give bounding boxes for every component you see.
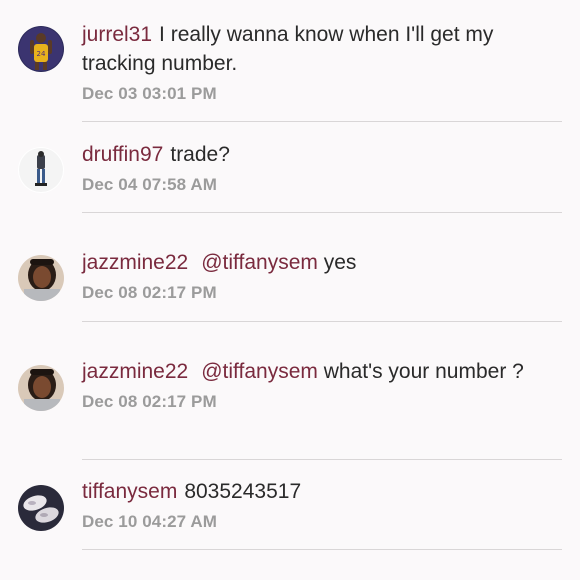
user-avatar[interactable] (18, 365, 64, 411)
comment-body: what's your number ? (323, 360, 524, 383)
comment-username[interactable]: jurrel31 (82, 23, 152, 46)
selfie-icon (18, 255, 64, 301)
comment-text: tiffanysem 8035243517 (82, 477, 564, 506)
comment-text: jazzmine22 @tiffanysem what's your number… (82, 357, 564, 386)
comment-divider (82, 321, 562, 322)
comment-divider (82, 459, 562, 460)
user-avatar[interactable] (18, 255, 64, 301)
selfie-icon (18, 365, 64, 411)
comment-username[interactable]: druffin97 (82, 143, 163, 166)
comment-mention[interactable]: @tiffanysem (201, 360, 318, 383)
comment-username[interactable]: tiffanysem (82, 480, 177, 503)
comment-timestamp: Dec 04 07:58 AM (82, 175, 218, 194)
standing-person-icon (18, 147, 64, 193)
user-avatar[interactable] (18, 485, 64, 531)
comment-body: yes (323, 251, 357, 274)
comment-username[interactable]: jazzmine22 (82, 360, 188, 383)
comment-body: 8035243517 (184, 480, 302, 503)
svg-text:24: 24 (37, 50, 46, 58)
comment-divider (82, 212, 562, 213)
comment-divider (82, 121, 562, 122)
comment-mention[interactable]: @tiffanysem (201, 251, 318, 274)
comment-text: jurrel31 I really wanna know when I'll ge… (82, 20, 564, 78)
shoes-icon (18, 485, 64, 531)
user-avatar[interactable]: 24 (18, 26, 64, 72)
user-avatar[interactable] (18, 147, 64, 193)
comment-body: trade? (170, 143, 230, 166)
comment-text: druffin97 trade? (82, 140, 564, 169)
comment-text: jazzmine22 @tiffanysem yes (82, 248, 564, 277)
comment-timestamp: Dec 03 03:01 PM (82, 84, 217, 103)
comment-timestamp: Dec 08 02:17 PM (82, 283, 217, 302)
comment-timestamp: Dec 08 02:17 PM (82, 392, 217, 411)
comment-divider (82, 549, 562, 550)
comment-username[interactable]: jazzmine22 (82, 251, 188, 274)
basketball-player-icon: 24 (18, 26, 64, 72)
comment-timestamp: Dec 10 04:27 AM (82, 512, 218, 531)
